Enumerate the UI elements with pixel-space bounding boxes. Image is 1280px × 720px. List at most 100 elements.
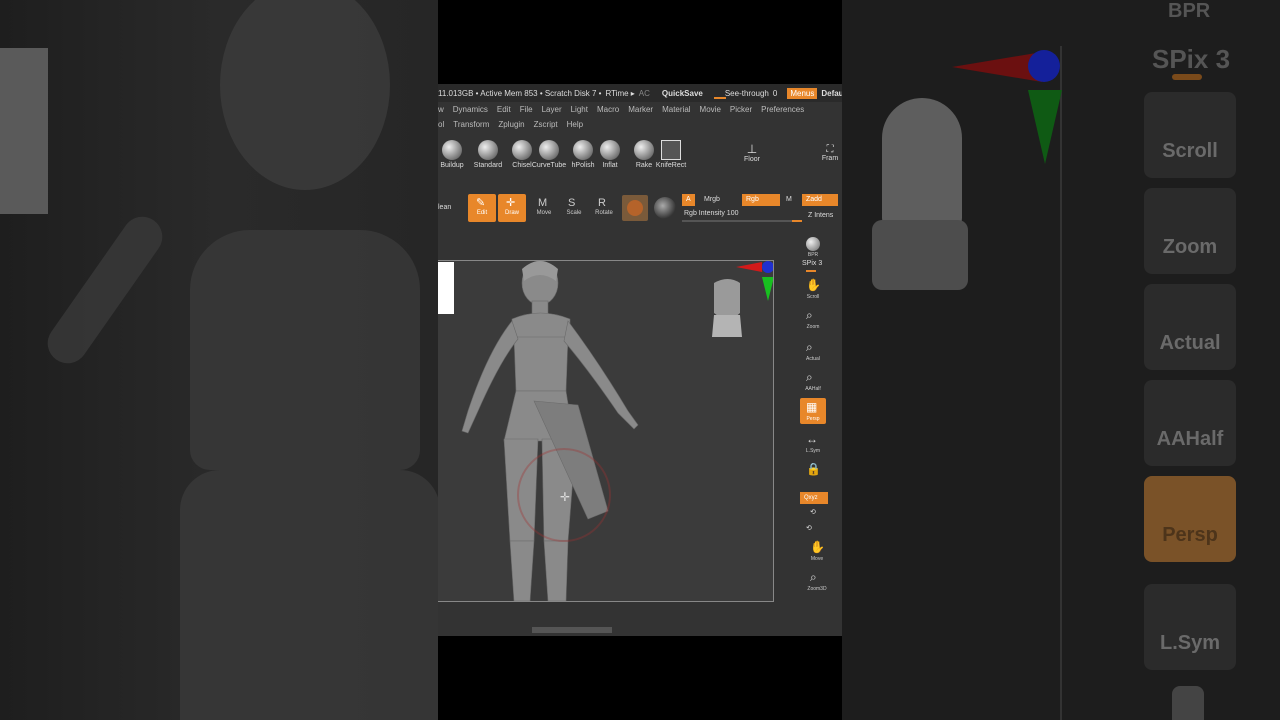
rgb-intensity-slider[interactable]: Rgb Intensity 100 xyxy=(684,210,738,217)
scroll-button[interactable]: ✋ Scroll xyxy=(800,276,826,302)
rgb-toggle[interactable]: Rgb xyxy=(742,194,780,206)
side-panel-tab[interactable] xyxy=(438,262,454,314)
blurred-gizmo-blue xyxy=(1028,50,1060,82)
rotate-button[interactable]: R Rotate xyxy=(590,194,618,222)
canvas-viewport[interactable]: ✛ xyxy=(438,260,774,602)
bpr-button[interactable]: BPR xyxy=(800,234,826,260)
aahalf-label: AAHalf xyxy=(805,386,821,392)
mrgb-toggle[interactable]: Mrgb xyxy=(704,196,720,203)
menu-item[interactable]: Zscript xyxy=(534,120,558,129)
move-view-label: Move xyxy=(810,556,824,562)
gizmo-x-red xyxy=(736,262,762,272)
menu-item[interactable]: Macro xyxy=(597,105,619,114)
menu-item[interactable]: Edit xyxy=(497,105,511,114)
m-toggle[interactable]: M xyxy=(786,196,792,203)
floor-button[interactable]: ⊥ Floor xyxy=(732,136,772,176)
see-through-slider[interactable]: See-through xyxy=(725,89,769,98)
reference-neck xyxy=(712,315,742,337)
menu-item[interactable]: Marker xyxy=(628,105,653,114)
bottom-tray-handle[interactable] xyxy=(532,627,612,633)
menu-item[interactable]: Picker xyxy=(730,105,752,114)
scale-button[interactable]: S Scale xyxy=(560,194,588,222)
rgb-intensity-fill xyxy=(792,220,802,222)
menus-button[interactable]: Menus xyxy=(787,87,818,99)
menu-item[interactable]: Zplugin xyxy=(498,120,524,129)
brush-label: Inflat xyxy=(602,162,618,169)
magnifier-icon: ⌕ xyxy=(810,570,817,584)
frame-button[interactable]: ⛶ Fram xyxy=(810,136,842,176)
right-shelf: BPR SPix 3 ✋ Scroll ⌕ Zoom ⌕ Actual ⌕ AAHalf… xyxy=(796,230,836,610)
spix-slider[interactable]: SPix 3 xyxy=(802,260,822,267)
magnifier-icon: ⌕ xyxy=(806,308,813,322)
magnifier-icon: ⌕ xyxy=(806,340,813,354)
menu-item[interactable]: Preferences xyxy=(761,105,804,114)
move-button[interactable]: M Move xyxy=(530,194,558,222)
xyz-button[interactable]: Qxyz xyxy=(800,492,828,504)
menu-bar-row1: w Dynamics Edit File Layer Light Macro M… xyxy=(438,102,842,117)
z-intensity-slider[interactable]: Z Intens xyxy=(808,212,833,219)
background-left-blur xyxy=(0,0,438,720)
model-torso xyxy=(513,336,569,392)
rotate-z-icon[interactable]: ⟲ xyxy=(806,524,812,532)
brush-ball-icon xyxy=(478,140,498,160)
material-swatch[interactable] xyxy=(622,195,648,221)
move-label: Move xyxy=(536,210,552,216)
rotate-y-icon[interactable]: ⟲ xyxy=(810,508,816,516)
scale-icon: S xyxy=(568,197,576,209)
scroll-label: Scroll xyxy=(806,294,820,300)
brush-label: KnifeRect xyxy=(655,162,687,169)
menu-item[interactable]: File xyxy=(520,105,533,114)
brush-ball-icon xyxy=(539,140,559,160)
kniferect-icon xyxy=(661,140,681,160)
brush-buildup[interactable]: Buildup xyxy=(438,136,472,176)
sculpt-model[interactable]: ✛ xyxy=(438,261,774,602)
blurred-actual: Actual xyxy=(1144,284,1236,370)
scale-label: Scale xyxy=(566,210,582,216)
blurred-reference-head xyxy=(882,98,962,238)
actual-label: Actual xyxy=(806,356,820,362)
zoom-button[interactable]: ⌕ Zoom xyxy=(800,306,826,332)
a-toggle[interactable]: A xyxy=(682,194,695,206)
menu-item[interactable]: Material xyxy=(662,105,690,114)
brush-cursor-icon: ✛ xyxy=(560,490,570,504)
menu-item[interactable]: Dynamics xyxy=(453,105,488,114)
menu-item[interactable]: Light xyxy=(571,105,588,114)
menu-item[interactable]: w xyxy=(438,105,444,114)
menu-item[interactable]: Help xyxy=(567,120,583,129)
edit-button[interactable]: ✎ Edit xyxy=(468,194,496,222)
blurred-aahalf: AAHalf xyxy=(1144,380,1236,466)
brush-label: Rake xyxy=(635,162,653,169)
quicksave-button[interactable]: QuickSave xyxy=(662,89,703,98)
lock-button[interactable]: 🔒 xyxy=(800,460,826,486)
frame-icon: ⛶ xyxy=(826,144,834,155)
spix-slider-fill xyxy=(806,270,816,272)
rotate-label: Rotate xyxy=(595,210,613,216)
blurred-torso xyxy=(190,230,420,470)
brush-kniferect[interactable]: KnifeRect xyxy=(651,136,691,176)
edit-label: Edit xyxy=(476,210,488,216)
clean-label[interactable]: lean xyxy=(438,204,451,211)
bpr-label: BPR xyxy=(807,252,819,258)
menu-item[interactable]: Movie xyxy=(700,105,721,114)
lock-icon: 🔒 xyxy=(806,462,821,476)
aahalf-button[interactable]: ⌕ AAHalf xyxy=(800,368,826,394)
menu-item[interactable]: Transform xyxy=(453,120,489,129)
menu-item[interactable]: ol xyxy=(438,120,444,129)
rtime-label[interactable]: RTime ▸ xyxy=(605,89,634,98)
rgb-intensity-track[interactable] xyxy=(682,220,802,222)
blurred-spix-slider xyxy=(1172,74,1202,80)
lsym-button[interactable]: ↔ L.Sym xyxy=(800,430,826,456)
zoom3d-button[interactable]: ⌕ Zoom3D xyxy=(804,568,830,594)
draw-button[interactable]: ✛ Draw xyxy=(498,194,526,222)
menu-item[interactable]: Layer xyxy=(542,105,562,114)
move-view-button[interactable]: ✋ Move xyxy=(804,538,830,564)
brush-label: Buildup xyxy=(440,162,464,169)
zadd-toggle[interactable]: Zadd xyxy=(802,194,838,206)
persp-label: Persp xyxy=(806,416,820,422)
bpr-sphere-icon xyxy=(806,237,820,251)
actual-button[interactable]: ⌕ Actual xyxy=(800,338,826,364)
persp-button[interactable]: ▦ Persp xyxy=(800,398,826,424)
default-zscript[interactable]: DefaultZ xyxy=(821,89,842,98)
color-picker[interactable] xyxy=(654,197,676,219)
draw-icon: ✛ xyxy=(506,197,516,209)
